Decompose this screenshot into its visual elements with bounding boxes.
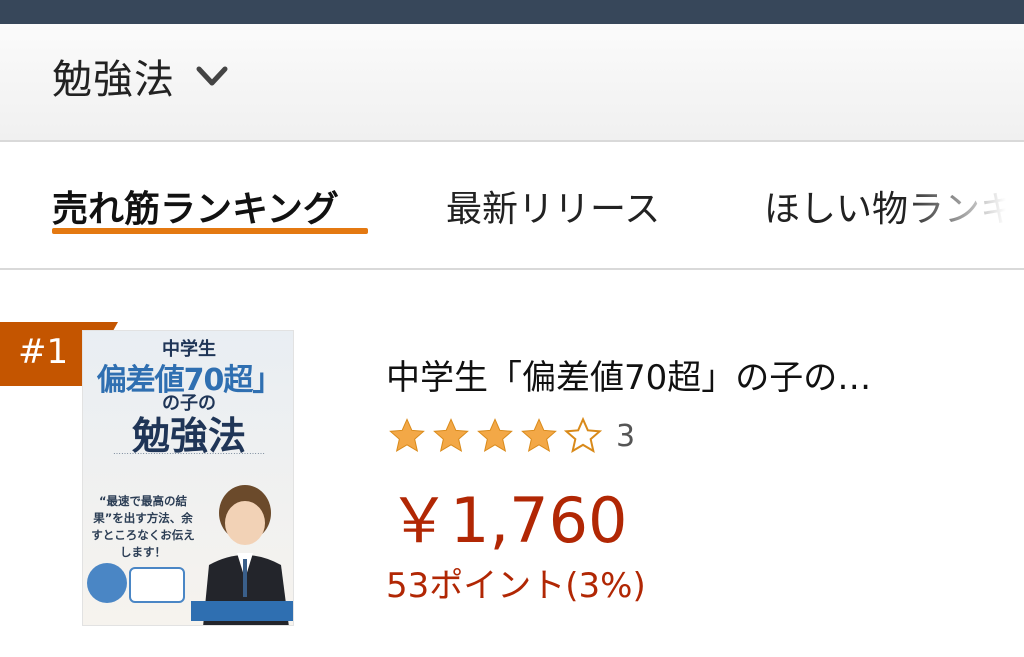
- star-empty-icon: [563, 416, 603, 454]
- star-rating[interactable]: 3: [386, 416, 635, 456]
- product-title[interactable]: 中学生「偏差値70超」の子の…: [386, 350, 871, 399]
- star-filled-icon: [477, 418, 513, 453]
- cover-badge-right: [129, 567, 185, 603]
- top-nav-bar: [0, 0, 1024, 24]
- product-cover-image[interactable]: 中学生 偏差値70超」 の子の 勉強法 ………………………………………………… …: [82, 330, 294, 626]
- chevron-down-icon: [196, 66, 228, 86]
- rank-number: #1: [18, 332, 69, 372]
- tab-new-releases[interactable]: 最新リリース: [446, 180, 660, 232]
- category-dropdown[interactable]: 勉強法: [52, 48, 231, 104]
- star-filled-icon: [433, 418, 469, 453]
- cover-badge-left: [87, 563, 127, 603]
- category-title: 勉強法: [52, 57, 175, 103]
- tab-most-wished-for[interactable]: ほしい物ランキング: [764, 180, 1024, 232]
- active-tab-indicator: [52, 228, 368, 234]
- cover-body-text: “最速で最高の結果”を出す方法、余すところなくお伝えします！: [91, 494, 195, 559]
- cover-bottom-banner: [191, 601, 293, 621]
- category-header: 勉強法: [0, 24, 1024, 142]
- cover-subtitle-decoration: …………………………………………………: [113, 447, 265, 456]
- product-points: 53ポイント(3%): [386, 566, 646, 606]
- tab-best-sellers[interactable]: 売れ筋ランキング: [52, 180, 339, 232]
- product-price: ￥1,760: [388, 484, 628, 557]
- star-filled-icon: [521, 418, 557, 453]
- review-count[interactable]: 3: [616, 419, 635, 454]
- star-filled-icon: [389, 418, 425, 453]
- ranking-tabs: 売れ筋ランキング 最新リリース ほしい物ランキング: [0, 144, 1024, 270]
